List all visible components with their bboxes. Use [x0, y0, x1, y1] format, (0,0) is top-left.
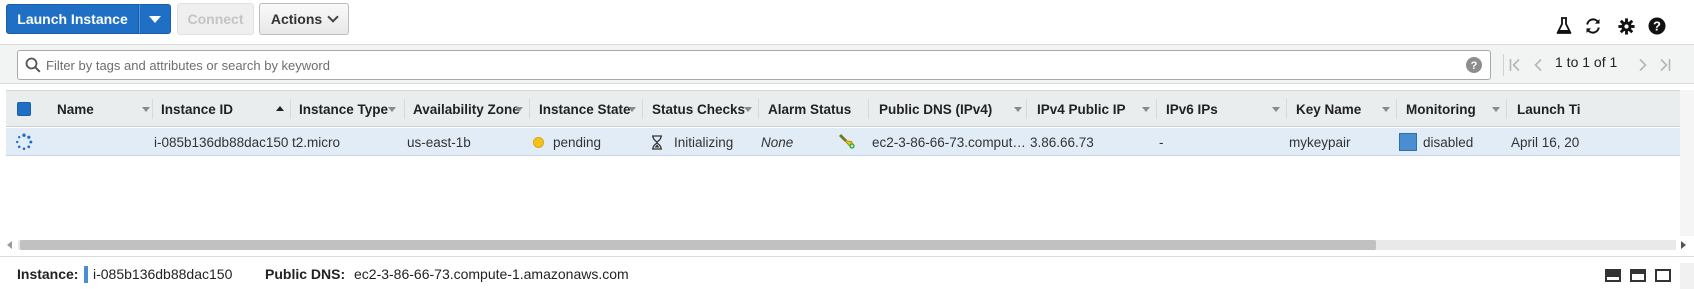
cell-instance-state: pending — [553, 134, 602, 150]
column-separator — [1396, 99, 1397, 119]
horizontal-scrollbar[interactable] — [0, 238, 1694, 252]
launch-instance-label: Launch Instance — [17, 11, 128, 27]
column-header-instance-type[interactable]: Instance Type — [299, 91, 388, 127]
previous-page-icon[interactable] — [1533, 58, 1543, 72]
sort-icon[interactable] — [628, 107, 636, 112]
column-separator — [868, 99, 869, 119]
column-separator — [1156, 99, 1157, 119]
column-separator — [1026, 99, 1027, 119]
pane-split-icon[interactable] — [1630, 269, 1646, 282]
column-header-instance-id[interactable]: Instance ID — [161, 91, 233, 127]
actions-label: Actions — [270, 11, 323, 27]
detail-scrollbar[interactable] — [1680, 263, 1694, 289]
connect-label: Connect — [187, 11, 244, 27]
vertical-scrollbar[interactable] — [1680, 90, 1694, 236]
instance-color-marker — [84, 266, 88, 283]
cell-status-checks: Initializing — [674, 134, 734, 150]
sort-icon[interactable] — [142, 107, 150, 112]
cell-instance-id: i-085b136db88dac150 — [154, 134, 289, 150]
sort-icon[interactable] — [744, 107, 752, 112]
scroll-right-icon[interactable] — [1681, 241, 1686, 249]
column-header-ipv4-public-ip[interactable]: IPv4 Public IP — [1037, 91, 1126, 127]
instance-label: Instance: — [17, 266, 79, 282]
launch-instance-dropdown-button[interactable] — [139, 4, 171, 34]
column-separator — [642, 99, 643, 119]
table-header: Name Instance ID Instance Type Availabil… — [6, 90, 1694, 127]
scroll-left-icon[interactable] — [7, 241, 12, 249]
pagination-text: 1 to 1 of 1 — [1555, 54, 1618, 70]
column-separator — [152, 99, 153, 119]
column-separator — [290, 99, 291, 119]
cell-monitoring: disabled — [1423, 134, 1474, 150]
next-page-icon[interactable] — [1638, 58, 1648, 72]
column-header-name[interactable]: Name — [57, 91, 94, 127]
cell-key-name: mykeypair — [1289, 134, 1351, 150]
refresh-icon[interactable] — [1583, 16, 1603, 36]
launch-instance-button[interactable]: Launch Instance — [6, 4, 139, 34]
public-dns-label: Public DNS: — [265, 266, 346, 282]
svg-text:?: ? — [1653, 18, 1661, 33]
chevron-down-icon — [149, 15, 161, 23]
search-input[interactable] — [46, 54, 1426, 76]
table-row[interactable]: i-085b136db88dac150 t2.micro us-east-1b … — [6, 128, 1694, 156]
cell-alarm-status: None — [761, 134, 794, 150]
column-header-monitoring[interactable]: Monitoring — [1406, 91, 1476, 127]
cell-ipv4-public-ip: 3.86.66.73 — [1030, 134, 1094, 150]
chevron-down-icon — [327, 10, 339, 23]
pane-top-icon[interactable] — [1655, 269, 1671, 282]
help-icon[interactable]: ? — [1466, 57, 1482, 73]
toolbar: Launch Instance Connect Actions ? — [0, 0, 1694, 40]
sort-icon[interactable] — [388, 107, 396, 112]
column-header-instance-state[interactable]: Instance State — [539, 91, 631, 127]
cell-launch-time: April 16, 20 — [1511, 134, 1580, 150]
monitoring-box-icon — [1399, 133, 1417, 151]
column-header-alarm-status[interactable]: Alarm Status — [768, 91, 851, 127]
svg-text:?: ? — [1471, 60, 1478, 72]
gear-icon[interactable] — [1616, 16, 1636, 36]
cell-instance-type: t2.micro — [292, 134, 341, 150]
last-page-icon[interactable] — [1659, 58, 1671, 72]
detail-bar: Instance: i-085b136db88dac150 Public DNS… — [0, 256, 1694, 289]
column-header-ipv6-ips[interactable]: IPv6 IPs — [1166, 91, 1218, 127]
sort-icon[interactable] — [1382, 107, 1390, 112]
column-header-public-dns[interactable]: Public DNS (IPv4) — [879, 91, 992, 127]
sort-icon[interactable] — [1142, 107, 1150, 112]
divider — [1503, 54, 1504, 76]
column-separator — [758, 99, 759, 119]
instance-value: i-085b136db88dac150 — [93, 266, 233, 282]
scrollbar-thumb[interactable] — [20, 240, 1376, 250]
column-header-availability-zone[interactable]: Availability Zone — [413, 91, 520, 127]
column-header-key-name[interactable]: Key Name — [1296, 91, 1361, 127]
sort-icon[interactable] — [515, 107, 523, 112]
column-header-launch-time[interactable]: Launch Ti — [1517, 91, 1581, 127]
column-separator — [1506, 99, 1507, 119]
create-alarm-icon[interactable] — [838, 134, 855, 150]
cell-ipv6-ips: - — [1159, 134, 1164, 150]
pane-bottom-icon[interactable] — [1605, 269, 1621, 282]
pending-spinner-icon — [16, 133, 33, 151]
cell-availability-zone: us-east-1b — [407, 134, 471, 150]
public-dns-value: ec2-3-86-66-73.compute-1.amazonaws.com — [354, 266, 629, 282]
search-icon — [25, 57, 41, 73]
sort-icon[interactable] — [1492, 107, 1500, 112]
help-icon[interactable]: ? — [1647, 16, 1667, 36]
cell-public-dns: ec2-3-86-66-73.comput… — [872, 134, 1026, 150]
column-separator — [404, 99, 405, 119]
column-header-status-checks[interactable]: Status Checks — [652, 91, 745, 127]
sort-icon[interactable] — [1272, 107, 1280, 112]
sort-icon[interactable] — [1014, 107, 1022, 112]
select-all-checkbox[interactable] — [17, 102, 31, 116]
sort-ascending-icon[interactable] — [276, 106, 284, 111]
search-box: ? — [17, 50, 1491, 80]
flask-icon[interactable] — [1554, 16, 1574, 36]
first-page-icon[interactable] — [1509, 58, 1521, 72]
hourglass-icon — [652, 135, 662, 150]
connect-button: Connect — [177, 3, 254, 35]
actions-button[interactable]: Actions — [259, 3, 349, 35]
column-separator — [529, 99, 530, 119]
pending-status-dot-icon — [533, 137, 544, 148]
filter-bar: ? 1 to 1 of 1 — [0, 44, 1694, 84]
column-separator — [1286, 99, 1287, 119]
